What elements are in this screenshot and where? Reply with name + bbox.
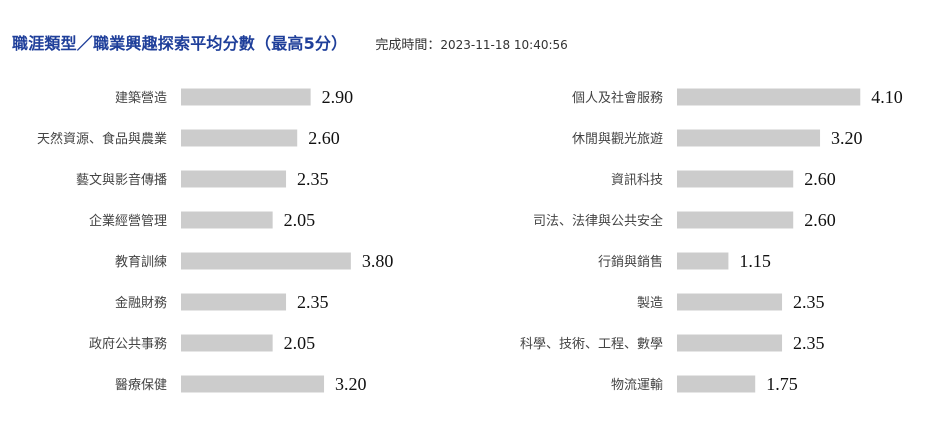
value-label-right-6: 2.35 [793,333,825,353]
bar-chart: 建築營造 2.90 天然資源、食品與農業 2.60 藝文與影音傳播 2.35 企業經營管理 2… [37,87,903,394]
value-label-left-5: 2.35 [297,292,329,312]
value-label-left-0: 2.90 [322,87,354,107]
value-label-left-1: 2.60 [308,128,340,148]
value-label-right-1: 3.20 [831,128,863,148]
value-label-right-5: 2.35 [793,292,825,312]
category-label-left-5: 金融財務 [115,295,167,311]
bar-right-0 [677,88,861,106]
category-label-right-0: 個人及社會服務 [572,90,663,106]
category-label-right-6: 科學、技術、工程、數學 [520,337,663,352]
bar-left-7 [181,375,325,393]
bar-right-4 [677,252,729,270]
category-label-left-0: 建築營造 [115,91,167,106]
value-label-right-7: 1.75 [766,374,798,394]
bar-right-5 [677,293,783,311]
category-label-right-2: 資訊科技 [611,173,663,188]
bar-left-2 [181,170,287,188]
bar-right-1 [677,129,821,147]
bar-right-3 [677,211,794,229]
bar-right-7 [677,375,756,393]
bar-left-1 [181,129,298,147]
category-label-left-2: 藝文與影音傳播 [76,172,167,188]
value-label-left-4: 3.80 [362,251,394,271]
value-label-left-2: 2.35 [297,169,329,189]
bar-right-6 [677,334,783,352]
category-label-left-7: 醫療保健 [115,378,167,393]
category-label-right-3: 司法、法律與公共安全 [533,213,663,229]
category-label-left-1: 天然資源、食品與農業 [37,131,167,147]
value-label-right-2: 2.60 [804,169,836,189]
bar-right-2 [677,170,794,188]
value-label-left-3: 2.05 [284,210,316,230]
bar-left-3 [181,211,273,229]
bar-left-5 [181,293,287,311]
value-label-right-0: 4.10 [871,87,903,107]
value-label-left-7: 3.20 [335,374,367,394]
category-label-right-1: 休閒與觀光旅遊 [572,132,663,147]
category-label-right-4: 行銷與銷售 [598,254,663,270]
category-label-left-4: 教育訓練 [115,254,167,270]
bar-left-6 [181,334,273,352]
value-label-right-4: 1.15 [739,251,771,271]
category-label-left-6: 政府公共事務 [89,337,167,352]
value-label-left-6: 2.05 [284,333,316,353]
bar-left-0 [181,88,311,106]
bar-left-4 [181,252,351,270]
category-label-left-3: 企業經營管理 [89,213,167,229]
value-label-right-3: 2.60 [804,210,836,230]
category-label-right-7: 物流運輸 [611,378,663,393]
category-label-right-5: 製造 [637,296,663,311]
